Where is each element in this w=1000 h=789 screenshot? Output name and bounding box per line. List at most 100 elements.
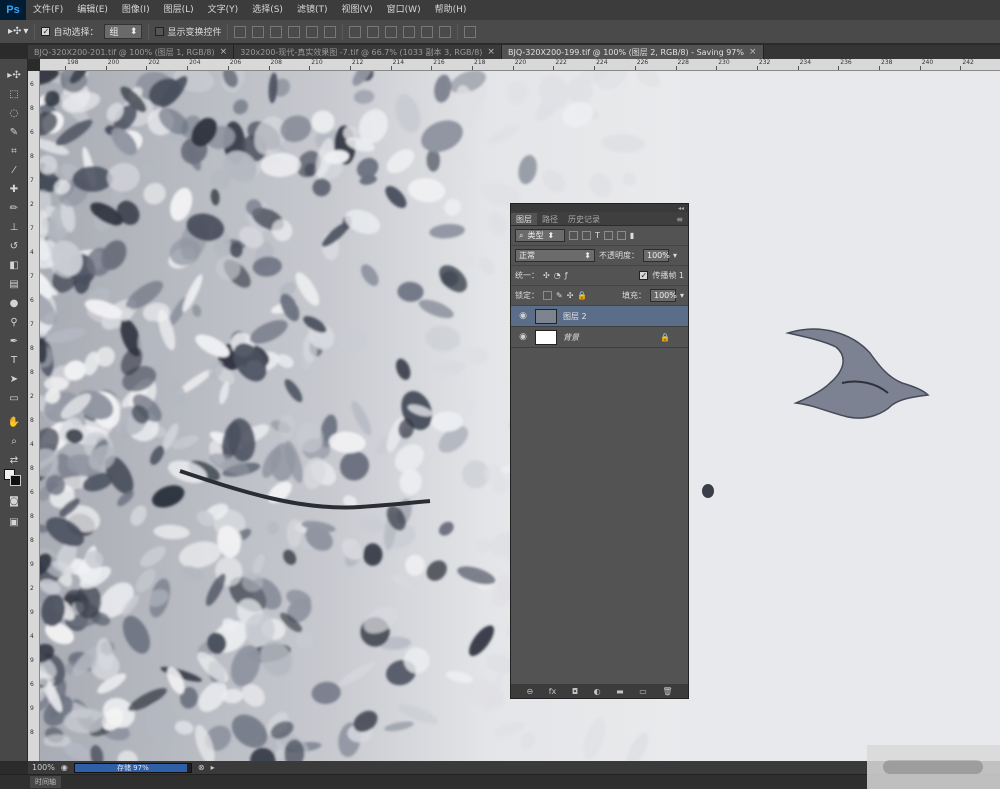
auto-select-checkbox[interactable]: ✓ 自动选择： — [41, 25, 98, 38]
lock-transparent-icon[interactable] — [543, 291, 552, 300]
panel-menu-icon[interactable]: ≡ — [671, 213, 688, 225]
menu-layer[interactable]: 图层(L) — [157, 0, 201, 20]
auto-align-icon[interactable] — [464, 25, 477, 38]
quick-select-tool-icon[interactable]: ✎ — [4, 124, 24, 140]
unify-style-icon[interactable]: ƒ — [565, 271, 568, 280]
blur-tool-icon[interactable]: ● — [4, 295, 24, 311]
swap-colors-icon[interactable]: ⇄ — [4, 452, 24, 468]
show-transform-controls-checkbox[interactable]: 显示变换控件 — [155, 25, 221, 38]
play-arrow-icon[interactable]: ▸ — [211, 763, 215, 772]
align-hcenter-icon[interactable] — [306, 25, 319, 38]
lock-position-icon[interactable]: ✣ — [567, 291, 574, 300]
adjustment-icon[interactable]: ◐ — [594, 687, 601, 696]
cancel-icon[interactable]: ⊗ — [198, 763, 205, 772]
brush-tool-icon[interactable]: ✏ — [4, 200, 24, 216]
tab-timeline[interactable]: 时间轴 — [30, 776, 61, 788]
chevron-down-icon[interactable]: ▾ — [673, 251, 677, 260]
tab-document-2[interactable]: 320x200-现代-真实效果图 -7.tif @ 66.7% (1033 副本… — [234, 45, 502, 59]
distribute-bottom-icon[interactable] — [385, 25, 398, 38]
path-select-tool-icon[interactable]: ➤ — [4, 371, 24, 387]
menu-type[interactable]: 文字(Y) — [201, 0, 246, 20]
marquee-tool-icon[interactable]: ⬚ — [4, 86, 24, 102]
close-icon[interactable]: × — [749, 47, 757, 57]
fill-input[interactable]: 100% — [649, 289, 677, 302]
tool-preset-picker[interactable]: ▸✣ ▾ — [8, 26, 28, 37]
filter-type-icon[interactable]: T — [595, 231, 600, 240]
close-icon[interactable]: × — [487, 47, 495, 57]
distribute-left-icon[interactable] — [403, 25, 416, 38]
eraser-tool-icon[interactable]: ◧ — [4, 257, 24, 273]
lock-pixels-icon[interactable]: ✎ — [556, 291, 563, 300]
new-layer-icon[interactable]: ▭ — [639, 687, 647, 696]
lasso-tool-icon[interactable]: ◌ — [4, 105, 24, 121]
screen-mode-icon[interactable]: ▣ — [4, 514, 24, 530]
fx-icon[interactable]: fx — [549, 687, 557, 696]
zoom-tool-icon[interactable]: ⌕ — [4, 433, 24, 449]
collapse-icon[interactable]: ◂◂ — [678, 205, 684, 212]
menu-filter[interactable]: 滤镜(T) — [290, 0, 335, 20]
filter-pixel-icon[interactable] — [569, 231, 578, 240]
pen-tool-icon[interactable]: ✒ — [4, 333, 24, 349]
type-tool-icon[interactable]: T — [4, 352, 24, 368]
quick-mask-icon[interactable]: ◙ — [4, 493, 24, 509]
close-icon[interactable]: × — [220, 47, 228, 57]
background-color-swatch[interactable] — [10, 475, 21, 486]
menu-window[interactable]: 窗口(W) — [380, 0, 428, 20]
link-icon[interactable]: ⊖ — [527, 687, 534, 696]
history-brush-tool-icon[interactable]: ↺ — [4, 238, 24, 254]
eye-icon[interactable]: ◉ — [517, 311, 529, 321]
gradient-tool-icon[interactable]: ▤ — [4, 276, 24, 292]
tab-layers[interactable]: 图层 — [511, 213, 537, 225]
opacity-input[interactable]: 100% — [643, 249, 670, 262]
menu-image[interactable]: 图像(I) — [115, 0, 157, 20]
tab-document-1[interactable]: BJQ-320X200-201.tif @ 100% (图层 1, RGB/8)… — [28, 45, 235, 59]
menu-edit[interactable]: 编辑(E) — [70, 0, 115, 20]
menu-file[interactable]: 文件(F) — [26, 0, 70, 20]
align-vcenter-icon[interactable] — [252, 25, 265, 38]
tab-history[interactable]: 历史记录 — [563, 213, 605, 225]
auto-select-target-dropdown[interactable]: 组 ⬍ — [104, 24, 143, 39]
filter-smart-object-icon[interactable] — [616, 231, 626, 240]
align-top-icon[interactable] — [234, 25, 247, 38]
zoom-level[interactable]: 100% — [32, 763, 55, 772]
align-bottom-icon[interactable] — [270, 25, 283, 38]
menu-view[interactable]: 视图(V) — [334, 0, 379, 20]
hand-tool-icon[interactable]: ✋ — [4, 414, 24, 430]
tab-paths[interactable]: 路径 — [537, 213, 563, 225]
menu-help[interactable]: 帮助(H) — [428, 0, 474, 20]
dodge-tool-icon[interactable]: ⚲ — [4, 314, 24, 330]
filter-toggle-icon[interactable]: ▮ — [630, 231, 634, 240]
folder-icon[interactable]: ▬ — [616, 687, 624, 696]
panel-title-strip[interactable]: ◂◂ — [511, 204, 688, 212]
mask-icon[interactable]: ◘ — [572, 687, 578, 696]
tab-document-3[interactable]: BJQ-320X200-199.tif @ 100% (图层 2, RGB/8)… — [501, 45, 764, 59]
chevron-down-icon[interactable]: ▾ — [680, 291, 684, 300]
unify-visibility-icon[interactable]: ◔ — [554, 271, 561, 280]
unify-position-icon[interactable]: ✣ — [543, 271, 550, 280]
shape-tool-icon[interactable]: ▭ — [4, 390, 24, 406]
filter-adjustment-icon[interactable] — [582, 231, 591, 240]
clone-stamp-tool-icon[interactable]: ⊥ — [4, 219, 24, 235]
align-right-icon[interactable] — [324, 25, 337, 38]
align-left-icon[interactable] — [288, 25, 301, 38]
status-info-icon[interactable]: ◉ — [61, 763, 68, 772]
layer-row[interactable]: ◉ 背景 🔒 — [511, 327, 688, 348]
lock-all-icon[interactable]: 🔒 — [577, 291, 587, 300]
distribute-top-icon[interactable] — [349, 25, 362, 38]
filter-shape-icon[interactable] — [603, 231, 613, 240]
blend-mode-dropdown[interactable]: 正常 ⬍ — [515, 249, 595, 262]
healing-brush-tool-icon[interactable]: ✚ — [4, 181, 24, 197]
filter-kind-dropdown[interactable]: ⌕ 类型 ⬍ — [515, 229, 565, 242]
distribute-right-icon[interactable] — [439, 25, 452, 38]
trash-icon[interactable]: 🗑 — [662, 687, 672, 696]
ruler-tick-label: 9 — [30, 609, 34, 616]
menu-select[interactable]: 选择(S) — [245, 0, 290, 20]
checkmark-icon[interactable]: ✓ — [639, 271, 649, 280]
eyedropper-tool-icon[interactable]: ⁄ — [4, 162, 24, 178]
eye-icon[interactable]: ◉ — [517, 332, 529, 342]
distribute-vcenter-icon[interactable] — [367, 25, 380, 38]
distribute-hcenter-icon[interactable] — [421, 25, 434, 38]
layer-row[interactable]: ◉ 图层 2 — [511, 306, 688, 327]
move-tool-icon[interactable]: ▸✣ — [4, 67, 24, 83]
crop-tool-icon[interactable]: ⌗ — [4, 143, 24, 159]
